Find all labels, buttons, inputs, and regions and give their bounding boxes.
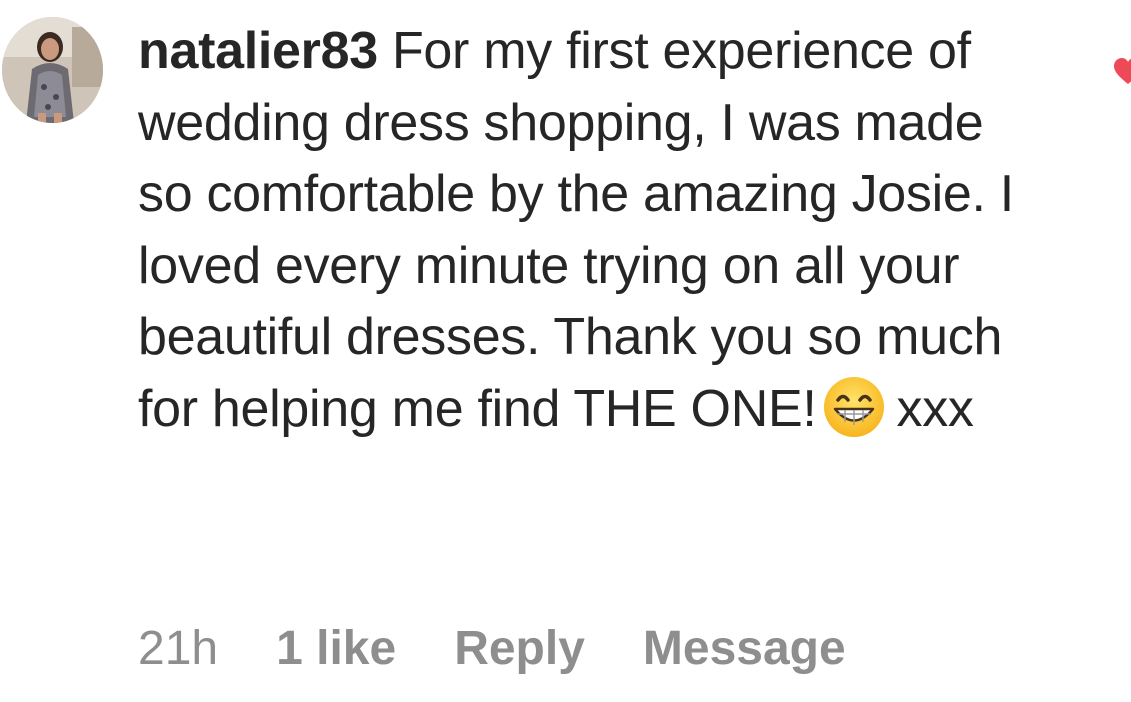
comment-text-end: xxx <box>896 379 974 438</box>
comment-username[interactable]: natalier83 <box>138 22 378 80</box>
reply-button[interactable]: Reply <box>454 621 585 676</box>
like-count-button[interactable]: 1 like <box>276 621 396 676</box>
comment-timestamp: 21h <box>138 621 219 675</box>
avatar[interactable] <box>2 17 103 123</box>
avatar-photo <box>2 17 103 123</box>
comment: natalier83 For my first experience of we… <box>0 0 1131 702</box>
message-button[interactable]: Message <box>643 621 846 676</box>
comment-text: natalier83 For my first experience of we… <box>138 16 1043 445</box>
heart-icon[interactable] <box>1113 57 1131 87</box>
grinning-face-emoji-icon <box>823 376 885 438</box>
comment-actions: 21h 1 like Reply Message <box>138 618 846 678</box>
